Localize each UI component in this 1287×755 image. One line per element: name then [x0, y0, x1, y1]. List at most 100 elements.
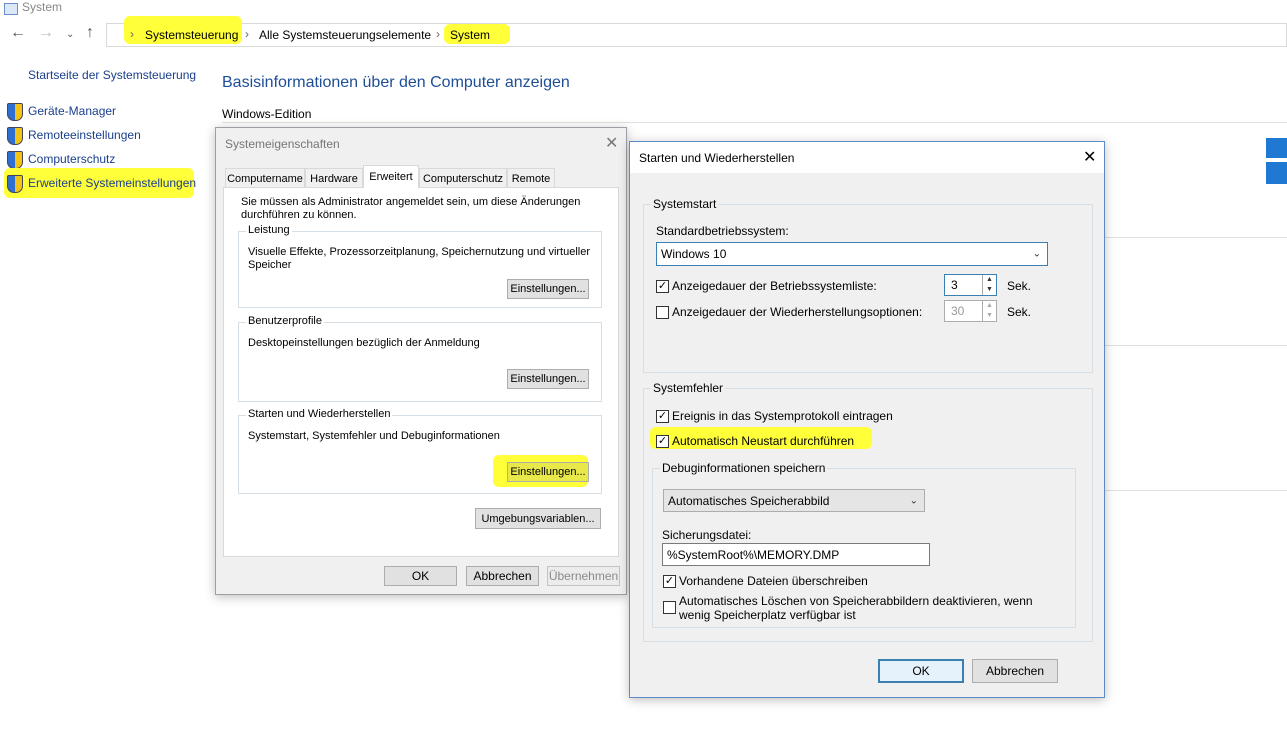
recovery-spinner[interactable]: 30 ▲ ▼	[944, 300, 997, 322]
group-label: Systemfehler	[651, 381, 726, 395]
close-icon[interactable]: ✕	[1083, 147, 1096, 167]
breadcrumb-system[interactable]: System	[450, 28, 490, 42]
profile-description: Desktopeinstellungen bezüglich der Anmel…	[248, 337, 480, 349]
show-list-checkbox[interactable]: ✓	[656, 280, 669, 293]
show-list-spinner[interactable]: 3 ▲ ▼	[944, 274, 997, 296]
starten-wiederherstellen-dialog: Starten und Wiederherstellen ✕ Systemsta…	[629, 141, 1105, 698]
group-debuginformationen: Debuginformationen speichern Automatisch…	[652, 461, 1076, 628]
cancel-button[interactable]: Abbrechen	[466, 566, 539, 586]
system-window-icon	[4, 3, 18, 15]
recovery-checkbox[interactable]	[656, 306, 669, 319]
group-label: Debuginformationen speichern	[660, 461, 828, 475]
close-icon[interactable]: ✕	[605, 133, 618, 153]
group-systemstart: Systemstart Standardbetriebssystem: Wind…	[643, 197, 1093, 373]
overwrite-label: Vorhandene Dateien überschreiben	[679, 574, 868, 588]
dumpfile-label: Sicherungsdatei:	[662, 528, 752, 542]
dialog-title: Systemeigenschaften	[225, 137, 340, 151]
auto-restart-checkbox[interactable]: ✓	[656, 435, 669, 448]
tab-panel-erweitert: Sie müssen als Administrator angemeldet …	[223, 187, 619, 557]
sidebar-item-label: Erweiterte Systemeinstellungen	[28, 176, 197, 190]
breadcrumb-systemsteuerung[interactable]: Systemsteuerung	[145, 28, 238, 42]
sidebar-item-label: Remoteeinstellungen	[28, 128, 141, 142]
group-systemfehler: Systemfehler ✓ Ereignis in das Systempro…	[643, 381, 1093, 642]
breadcrumb-separator: ›	[130, 27, 134, 41]
overwrite-checkbox[interactable]: ✓	[663, 575, 676, 588]
ok-button[interactable]: OK	[384, 566, 457, 586]
spin-up-icon[interactable]: ▲	[982, 275, 996, 285]
breadcrumb-separator: ›	[245, 27, 249, 41]
log-event-checkbox[interactable]: ✓	[656, 410, 669, 423]
breadcrumb-alle-elemente[interactable]: Alle Systemsteuerungselemente	[259, 28, 431, 42]
default-os-value: Windows 10	[661, 247, 727, 261]
page-title: Basisinformationen über den Computer anz…	[222, 74, 570, 91]
log-event-label: Ereignis in das Systemprotokoll eintrage…	[672, 409, 893, 423]
section-divider	[1105, 345, 1287, 346]
starten-description: Systemstart, Systemfehler und Debuginfor…	[248, 430, 500, 442]
shield-icon	[6, 127, 23, 145]
apply-button[interactable]: Übernehmen	[547, 566, 620, 586]
default-os-label: Standardbetriebssystem:	[656, 224, 789, 238]
default-os-select[interactable]: Windows 10 ⌄	[656, 242, 1048, 266]
up-arrow-icon[interactable]: ↑	[86, 24, 94, 42]
group-label: Starten und Wiederherstellen	[246, 408, 393, 420]
spin-up-icon[interactable]: ▲	[982, 301, 996, 311]
group-label: Systemstart	[651, 197, 719, 211]
windows-logo-icon	[1266, 138, 1287, 158]
shield-icon	[6, 151, 23, 169]
debug-type-select[interactable]: Automatisches Speicherabbild ⌄	[663, 489, 925, 512]
tab-remote[interactable]: Remote	[507, 168, 555, 188]
leistung-settings-button[interactable]: Einstellungen...	[507, 279, 589, 299]
disable-delete-checkbox[interactable]	[663, 601, 676, 614]
group-starten-wiederherstellen: Starten und Wiederherstellen Systemstart…	[238, 408, 602, 494]
recent-locations-chevron-icon[interactable]: ⌄	[66, 29, 74, 40]
systemeigenschaften-dialog: Systemeigenschaften ✕ Computername Hardw…	[215, 127, 627, 595]
debug-type-value: Automatisches Speicherabbild	[668, 493, 830, 508]
group-benutzerprofile: Benutzerprofile Desktopeinstellungen bez…	[238, 315, 602, 402]
breadcrumb-separator: ›	[436, 27, 440, 41]
window-title: System	[22, 0, 63, 14]
sidebar-item-label: Geräte-Manager	[28, 104, 117, 118]
show-list-value: 3	[951, 278, 958, 292]
section-windows-edition: Windows-Edition	[222, 107, 312, 121]
group-label: Leistung	[246, 224, 292, 236]
recovery-label: Anzeigedauer der Wiederherstellungsoptio…	[672, 305, 923, 319]
chevron-down-icon: ⌄	[1032, 248, 1041, 260]
admin-note: Sie müssen als Administrator angemeldet …	[241, 196, 581, 221]
disable-delete-label: Automatisches Löschen von Speicherabbild…	[679, 594, 1033, 622]
show-list-unit: Sek.	[1007, 279, 1032, 293]
sidebar-item-remoteeinstellungen[interactable]: Remoteeinstellungen	[6, 125, 141, 145]
forward-arrow-icon[interactable]: →	[38, 24, 54, 42]
dumpfile-value: %SystemRoot%\MEMORY.DMP	[667, 547, 840, 562]
profile-settings-button[interactable]: Einstellungen...	[507, 369, 589, 389]
cancel-button[interactable]: Abbrechen	[972, 659, 1058, 683]
section-divider	[1105, 237, 1287, 238]
environment-variables-button[interactable]: Umgebungsvariablen...	[475, 508, 601, 529]
chevron-down-icon: ⌄	[909, 495, 918, 506]
windows-logo-icon	[1266, 162, 1287, 184]
section-divider	[1105, 490, 1287, 491]
tab-erweitert[interactable]: Erweitert	[363, 165, 419, 188]
ok-button[interactable]: OK	[878, 659, 964, 683]
recovery-unit: Sek.	[1007, 305, 1032, 319]
dumpfile-input[interactable]: %SystemRoot%\MEMORY.DMP	[662, 543, 930, 566]
recovery-value: 30	[951, 304, 965, 318]
dialog-title: Starten und Wiederherstellen	[639, 151, 795, 165]
auto-restart-label: Automatisch Neustart durchführen	[672, 434, 855, 448]
starten-settings-button[interactable]: Einstellungen...	[507, 462, 589, 482]
tab-hardware[interactable]: Hardware	[305, 168, 363, 188]
tab-computername[interactable]: Computername	[225, 168, 305, 188]
group-leistung: Leistung Visuelle Effekte, Prozessorzeit…	[238, 224, 602, 308]
show-list-label: Anzeigedauer der Betriebssystemliste:	[672, 279, 877, 293]
sidebar-item-computerschutz[interactable]: Computerschutz	[6, 149, 115, 169]
sidebar-home-link[interactable]: Startseite der Systemsteuerung	[28, 68, 196, 82]
shield-icon	[6, 103, 23, 121]
sidebar-item-geraete-manager[interactable]: Geräte-Manager	[6, 101, 116, 121]
spin-down-icon[interactable]: ▼	[982, 311, 996, 321]
section-divider	[222, 122, 1287, 123]
tab-computerschutz[interactable]: Computerschutz	[419, 168, 507, 188]
spin-down-icon[interactable]: ▼	[982, 285, 996, 295]
back-arrow-icon[interactable]: ←	[10, 24, 26, 42]
sidebar-item-erweiterte-systemeinstellungen[interactable]: Erweiterte Systemeinstellungen	[6, 173, 196, 193]
leistung-description: Visuelle Effekte, Prozessorzeitplanung, …	[248, 246, 591, 271]
shield-icon	[6, 175, 23, 193]
